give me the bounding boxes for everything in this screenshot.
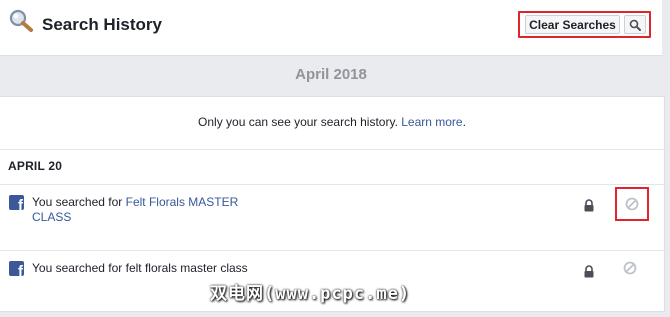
privacy-note: Only you can see your search history. Le… [0, 115, 664, 129]
date-group-label: APRIL 20 [8, 159, 63, 173]
search-icon [629, 19, 641, 31]
facebook-icon: f [9, 195, 24, 210]
page-header: Search History Clear Searches [0, 0, 662, 56]
lock-icon [584, 265, 594, 278]
facebook-icon: f [9, 261, 24, 276]
hide-entry-button[interactable] [615, 253, 649, 287]
entry-prefix: You searched for [32, 261, 126, 275]
privacy-suffix: . [462, 115, 466, 129]
divider [0, 149, 665, 150]
privacy-text: Only you can see your search history. [198, 115, 402, 129]
lock-icon [584, 199, 594, 212]
history-entry-text: You searched for Felt Florals MASTER CLA… [32, 195, 262, 225]
search-query: felt florals master class [125, 261, 248, 275]
magnifier-icon [9, 9, 33, 32]
clear-searches-highlight: Clear Searches [518, 11, 651, 38]
history-row: f You searched for Felt Florals MASTER C… [0, 185, 665, 251]
clear-searches-button[interactable]: Clear Searches [525, 15, 620, 34]
hide-icon [625, 197, 639, 211]
hide-entry-button[interactable] [615, 187, 649, 221]
history-entry-text: You searched for felt florals master cla… [32, 261, 262, 276]
hide-icon [623, 261, 637, 275]
watermark-text: 双电网(www.pcpc.me) [210, 284, 411, 304]
page-title: Search History [42, 15, 162, 34]
learn-more-link[interactable]: Learn more [401, 115, 462, 129]
month-heading: April 2018 [295, 66, 367, 83]
search-button[interactable] [624, 15, 646, 34]
entry-prefix: You searched for [32, 195, 126, 209]
